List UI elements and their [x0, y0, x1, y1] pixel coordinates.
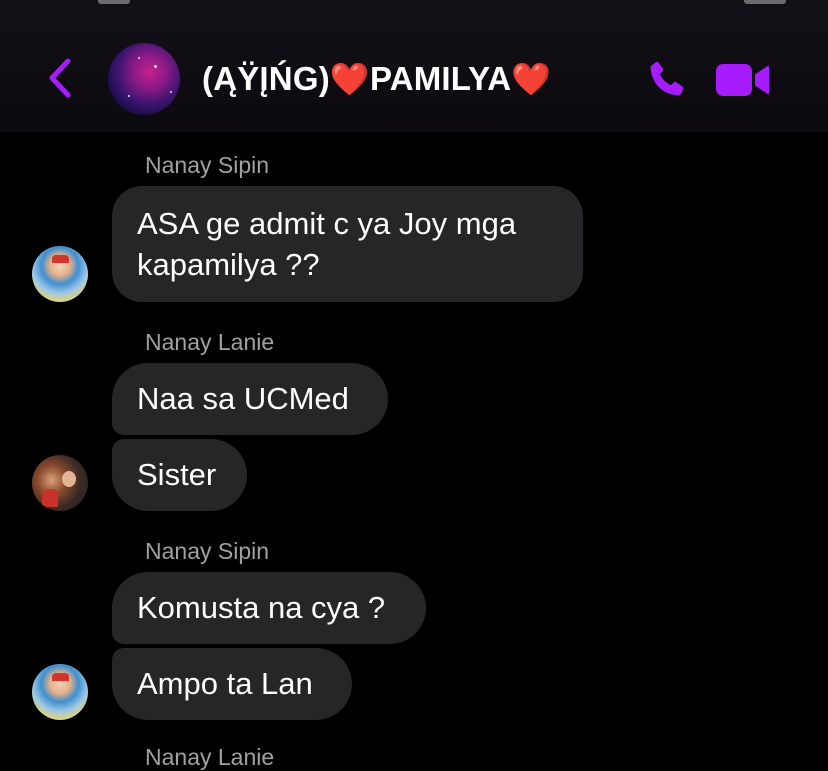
avatar-hat — [52, 673, 69, 681]
chat-header: (ĄŸĮŃG) ❤️ PAMILYA ❤️ — [0, 0, 828, 132]
status-bar-fragment — [98, 0, 130, 4]
message-bubble[interactable]: Sister — [112, 439, 247, 511]
message-bubble[interactable]: ASA ge admit c ya Joy mga kapamilya ?? — [112, 186, 583, 302]
audio-call-button[interactable] — [642, 56, 690, 104]
sender-avatar[interactable] — [32, 246, 88, 302]
sender-avatar[interactable] — [32, 664, 88, 720]
sender-name: Nanay Sipin — [145, 538, 270, 564]
message-bubble[interactable]: Komusta na cya ? — [112, 572, 426, 644]
sender-name: Nanay Lanie — [145, 744, 275, 770]
heart-icon: ❤️ — [511, 61, 552, 97]
group-title[interactable]: (ĄŸĮŃG) ❤️ PAMILYA ❤️ — [202, 56, 551, 102]
video-camera-icon — [716, 64, 769, 96]
phone-icon — [650, 61, 684, 96]
video-call-button[interactable] — [712, 58, 772, 102]
group-title-name: PAMILYA — [369, 60, 512, 97]
message-bubble[interactable]: Ampo ta Lan — [112, 648, 352, 720]
avatar-face — [62, 471, 76, 487]
status-bar-fragment — [744, 0, 786, 4]
group-avatar[interactable] — [108, 43, 180, 115]
chevron-left-icon — [49, 58, 71, 98]
sender-name: Nanay Lanie — [145, 329, 275, 355]
message-text: kapamilya ?? — [137, 247, 320, 282]
avatar-shirt — [42, 489, 58, 507]
message-bubble[interactable]: Naa sa UCMed — [112, 363, 388, 435]
group-title-prefix: (ĄŸĮŃG) — [202, 60, 330, 97]
message-text: ASA ge admit c ya Joy mga — [137, 206, 517, 241]
avatar-hat — [52, 255, 69, 263]
sender-avatar[interactable] — [32, 455, 88, 511]
sender-name: Nanay Sipin — [145, 152, 270, 178]
heart-icon: ❤️ — [329, 61, 370, 97]
back-button[interactable] — [40, 56, 80, 100]
